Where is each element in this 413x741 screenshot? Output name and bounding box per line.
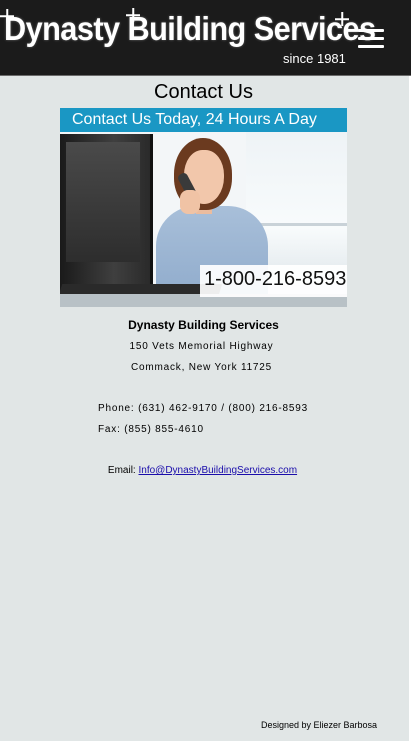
fax-number: Fax: (855) 855-4610 [98, 424, 204, 435]
banner-person-hand [180, 190, 200, 214]
phone-numbers: Phone: (631) 462-9170 / (800) 216-8593 [98, 403, 308, 414]
contact-banner-image: Contact Us Today, 24 Hours A Day 1-800-2… [60, 108, 347, 307]
page-title: Contact Us [154, 81, 253, 103]
banner-headline: Contact Us Today, 24 Hours A Day [72, 111, 317, 128]
logo-tagline: since 1981 [283, 51, 346, 66]
sparkle-icon [0, 9, 14, 23]
banner-monitor-screen [66, 142, 140, 262]
menu-bar [358, 37, 384, 40]
banner-monitor [60, 134, 153, 294]
address-line-1: 150 Vets Memorial Highway [129, 341, 274, 352]
email-link[interactable]: Info@DynastyBuildingServices.com [139, 465, 298, 476]
sparkle-icon [126, 8, 140, 22]
page: Dynasty Building Services since 1981 Con… [0, 0, 411, 741]
designer-credit: Designed by Eliezer Barbosa [261, 720, 378, 730]
email-label: Email: [107, 465, 136, 476]
menu-bar [358, 45, 384, 48]
sparkle-icon [335, 12, 349, 26]
site-header: Dynasty Building Services since 1981 [0, 0, 411, 76]
banner-phone-number: 1-800-216-8593 [204, 268, 347, 290]
menu-bar [358, 29, 384, 32]
hamburger-menu-icon[interactable] [358, 28, 386, 50]
company-name: Dynasty Building Services [128, 318, 279, 332]
address-line-2: Commack, New York 11725 [130, 362, 273, 373]
logo-title[interactable]: Dynasty Building Services [4, 10, 376, 48]
email-line: Email: Info@DynastyBuildingServices.com [0, 465, 405, 476]
